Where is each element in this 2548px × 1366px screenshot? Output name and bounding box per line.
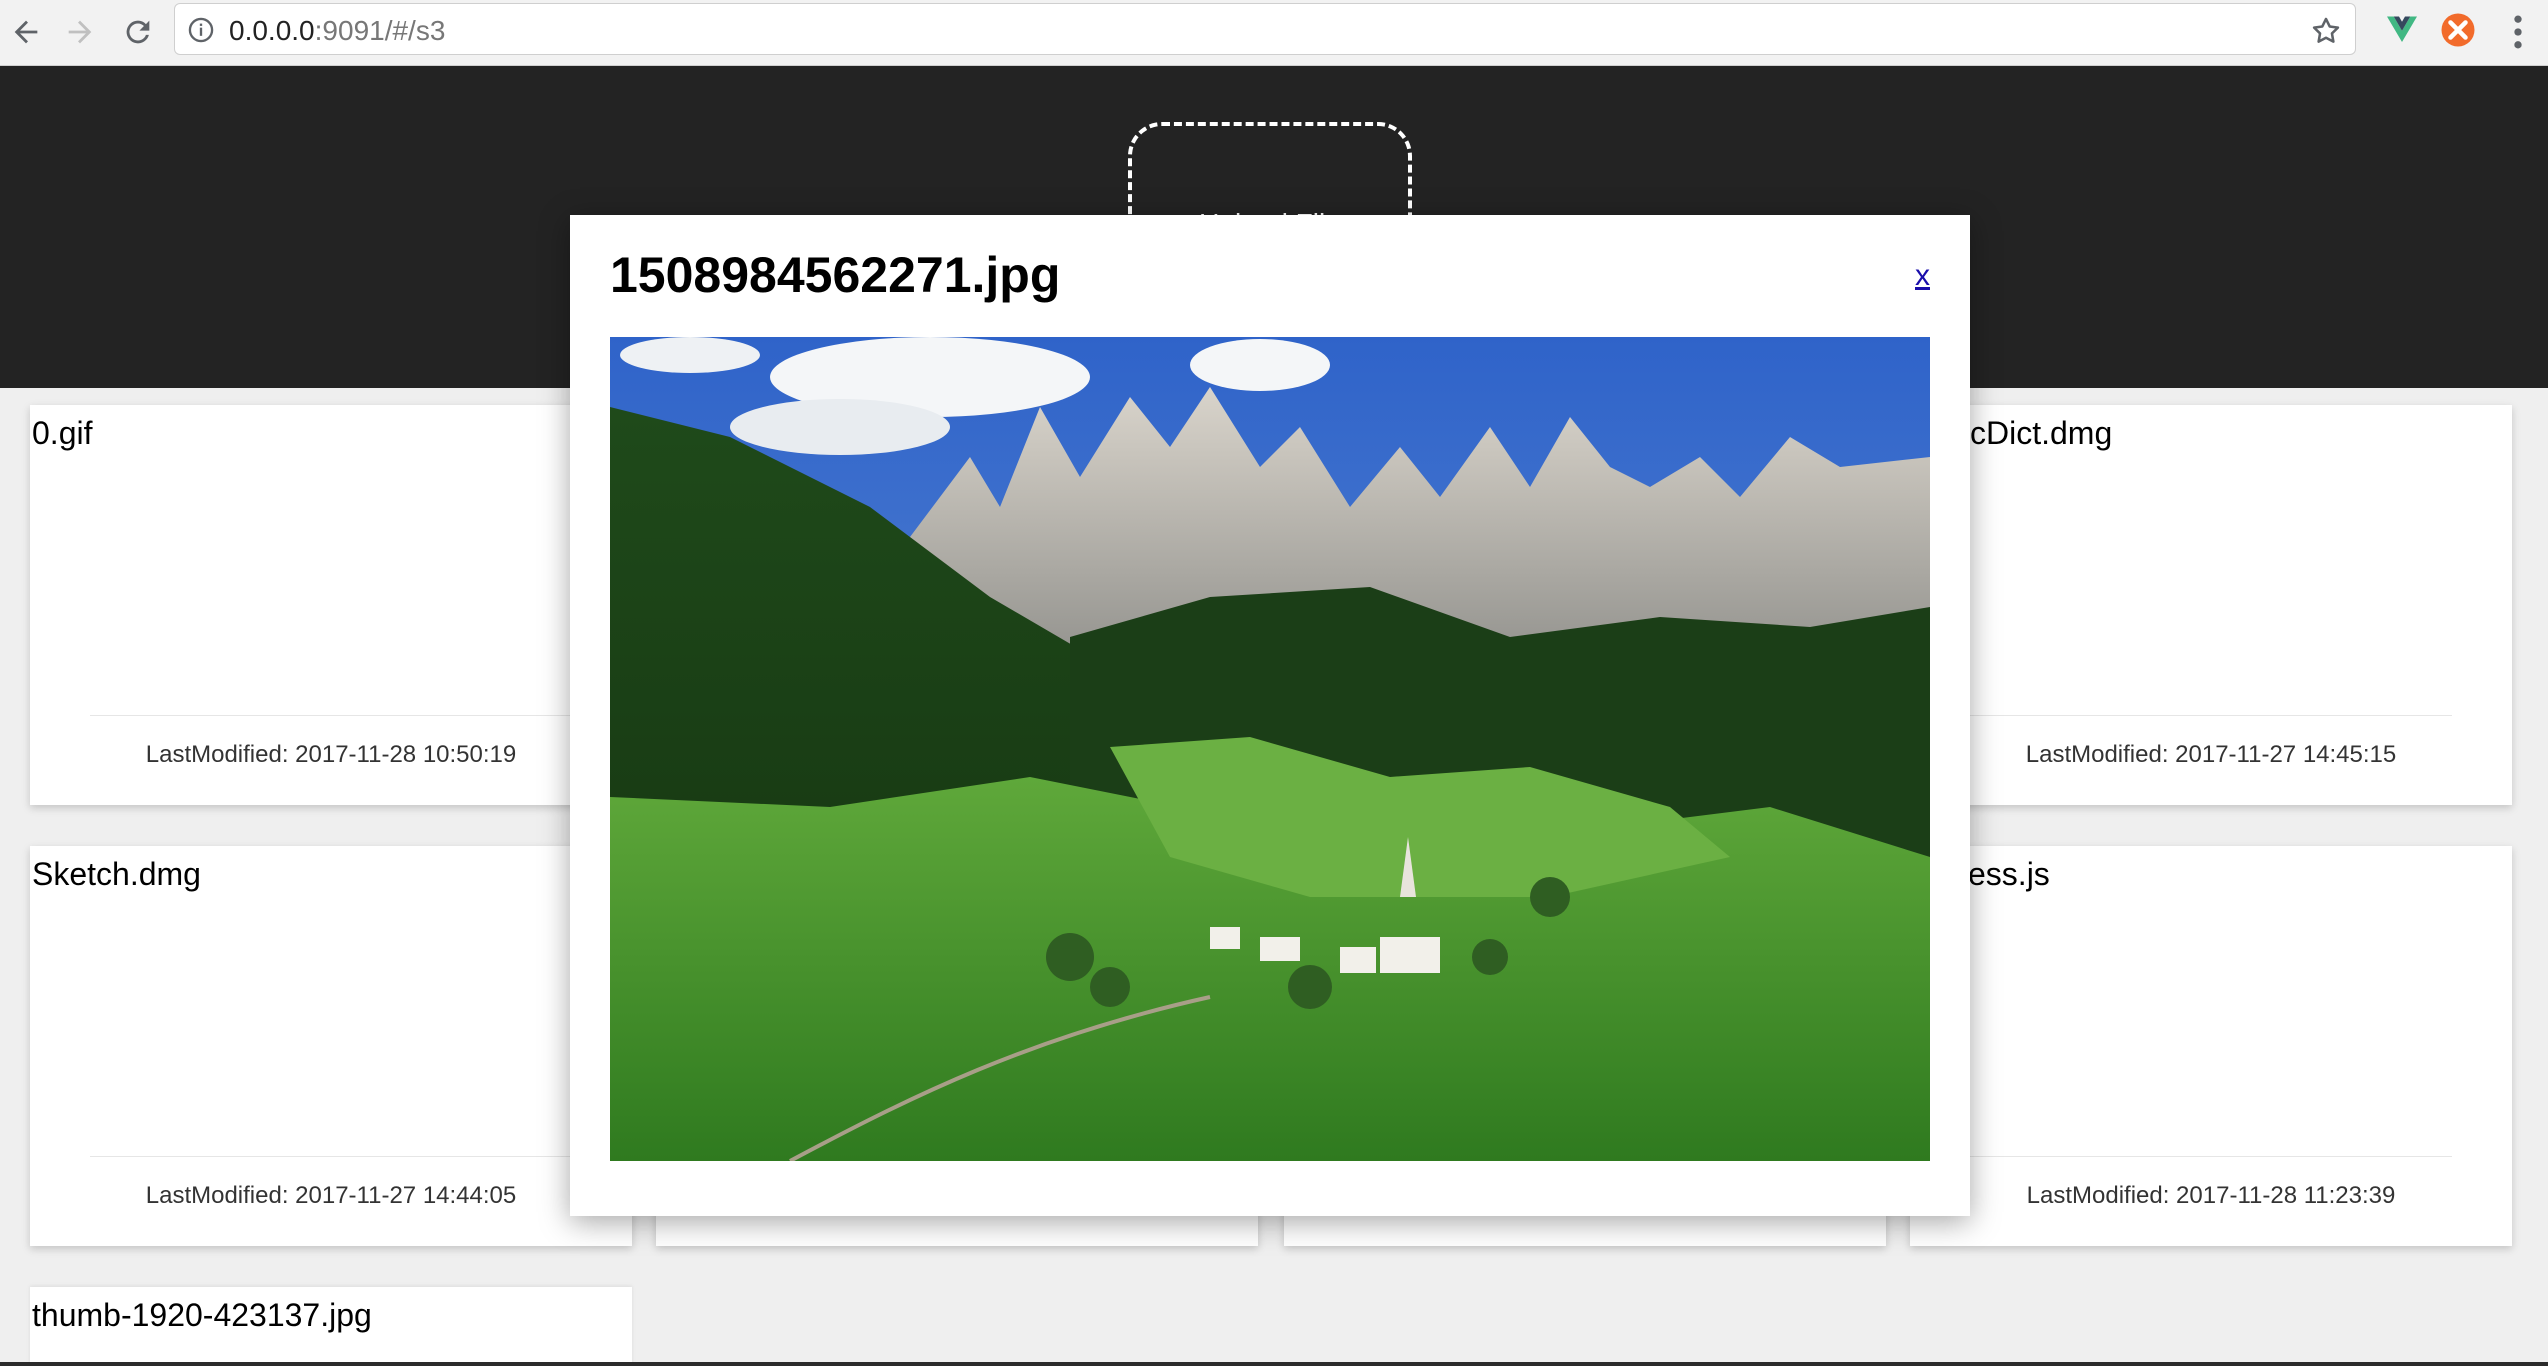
close-button[interactable]: x bbox=[1915, 259, 1930, 293]
modal-title: 1508984562271.jpg bbox=[610, 247, 1061, 303]
url-host: 0.0.0.0 bbox=[229, 15, 315, 46]
bottom-edge bbox=[0, 1362, 2548, 1366]
file-card[interactable]: thumb-1920-423137.jpg bbox=[30, 1287, 632, 1366]
card-divider bbox=[90, 1156, 572, 1157]
card-divider bbox=[90, 715, 572, 716]
file-card[interactable]: cess.js LastModified: 2017-11-28 11:23:3… bbox=[1910, 846, 2512, 1246]
back-button[interactable] bbox=[2, 8, 50, 56]
arrow-left-icon bbox=[14, 20, 38, 44]
orange-extension-icon[interactable] bbox=[2440, 12, 2476, 48]
last-modified: LastModified: 2017-11-27 14:45:15 bbox=[2025, 741, 2397, 768]
info-circle-icon[interactable] bbox=[187, 16, 215, 44]
file-card[interactable]: 0.gif LastModified: 2017-11-28 10:50:19 bbox=[30, 405, 632, 805]
card-divider bbox=[1970, 715, 2452, 716]
landscape-image bbox=[610, 337, 1930, 1161]
address-bar[interactable]: 0.0.0.0:9091/#/s3 bbox=[174, 3, 2356, 55]
preview-image bbox=[610, 337, 1930, 1161]
reload-button[interactable] bbox=[114, 8, 162, 56]
last-modified: LastModified: 2017-11-28 10:50:19 bbox=[145, 741, 517, 768]
reload-icon bbox=[126, 20, 150, 44]
file-card[interactable]: Sketch.dmg LastModified: 2017-11-27 14:4… bbox=[30, 846, 632, 1246]
arrow-right-icon bbox=[68, 20, 92, 44]
star-icon[interactable] bbox=[2309, 14, 2343, 48]
url-path: :9091/#/s3 bbox=[314, 15, 446, 46]
file-name: cDict.dmg bbox=[1970, 415, 2113, 451]
browser-toolbar: 0.0.0.0:9091/#/s3 bbox=[0, 0, 2548, 66]
vue-logo-icon[interactable] bbox=[2384, 12, 2420, 48]
file-name: Sketch.dmg bbox=[32, 856, 201, 892]
url-text: 0.0.0.0:9091/#/s3 bbox=[229, 16, 445, 46]
forward-button[interactable] bbox=[56, 8, 104, 56]
kebab-menu-icon[interactable] bbox=[2500, 10, 2536, 54]
last-modified: LastModified: 2017-11-28 11:23:39 bbox=[2026, 1182, 2396, 1209]
file-card[interactable]: cDict.dmg LastModified: 2017-11-27 14:45… bbox=[1910, 405, 2512, 805]
file-name: thumb-1920-423137.jpg bbox=[32, 1297, 372, 1333]
last-modified: LastModified: 2017-11-27 14:44:05 bbox=[145, 1182, 517, 1209]
image-preview-modal: 1508984562271.jpg x bbox=[570, 215, 1970, 1216]
file-name: 0.gif bbox=[32, 415, 93, 451]
card-divider bbox=[1970, 1156, 2452, 1157]
